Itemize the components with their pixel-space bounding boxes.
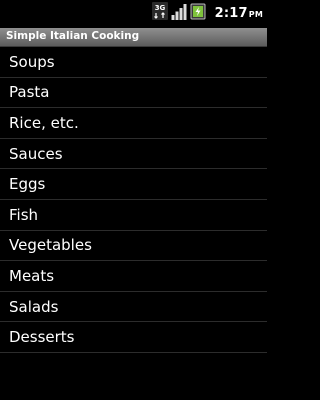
network-label: 3G xyxy=(154,4,165,12)
list-item-fish[interactable]: Fish xyxy=(0,200,267,231)
list-item-sauces[interactable]: Sauces xyxy=(0,139,267,170)
battery-icon xyxy=(190,2,206,24)
status-icons: 3G 2:17PM xyxy=(151,2,263,24)
list-item-salads[interactable]: Salads xyxy=(0,292,267,323)
list-item-soups[interactable]: Soups xyxy=(0,47,267,78)
app-title-bar: Simple Italian Cooking xyxy=(0,28,267,47)
list-item-pasta[interactable]: Pasta xyxy=(0,78,267,109)
clock-ampm: PM xyxy=(248,9,263,19)
status-bar: 3G 2:17PM xyxy=(0,0,267,26)
clock: 2:17PM xyxy=(215,6,263,21)
list-item-eggs[interactable]: Eggs xyxy=(0,169,267,200)
list-item-rice[interactable]: Rice, etc. xyxy=(0,108,267,139)
app-title: Simple Italian Cooking xyxy=(6,30,140,42)
list-item-vegetables[interactable]: Vegetables xyxy=(0,231,267,262)
list-item-desserts[interactable]: Desserts xyxy=(0,322,267,353)
network-3g-icon: 3G xyxy=(151,2,168,24)
category-list: Soups Pasta Rice, etc. Sauces Eggs Fish … xyxy=(0,47,267,353)
clock-time: 2:17 xyxy=(214,5,248,21)
list-item-meats[interactable]: Meats xyxy=(0,261,267,292)
signal-strength-icon xyxy=(171,2,187,24)
